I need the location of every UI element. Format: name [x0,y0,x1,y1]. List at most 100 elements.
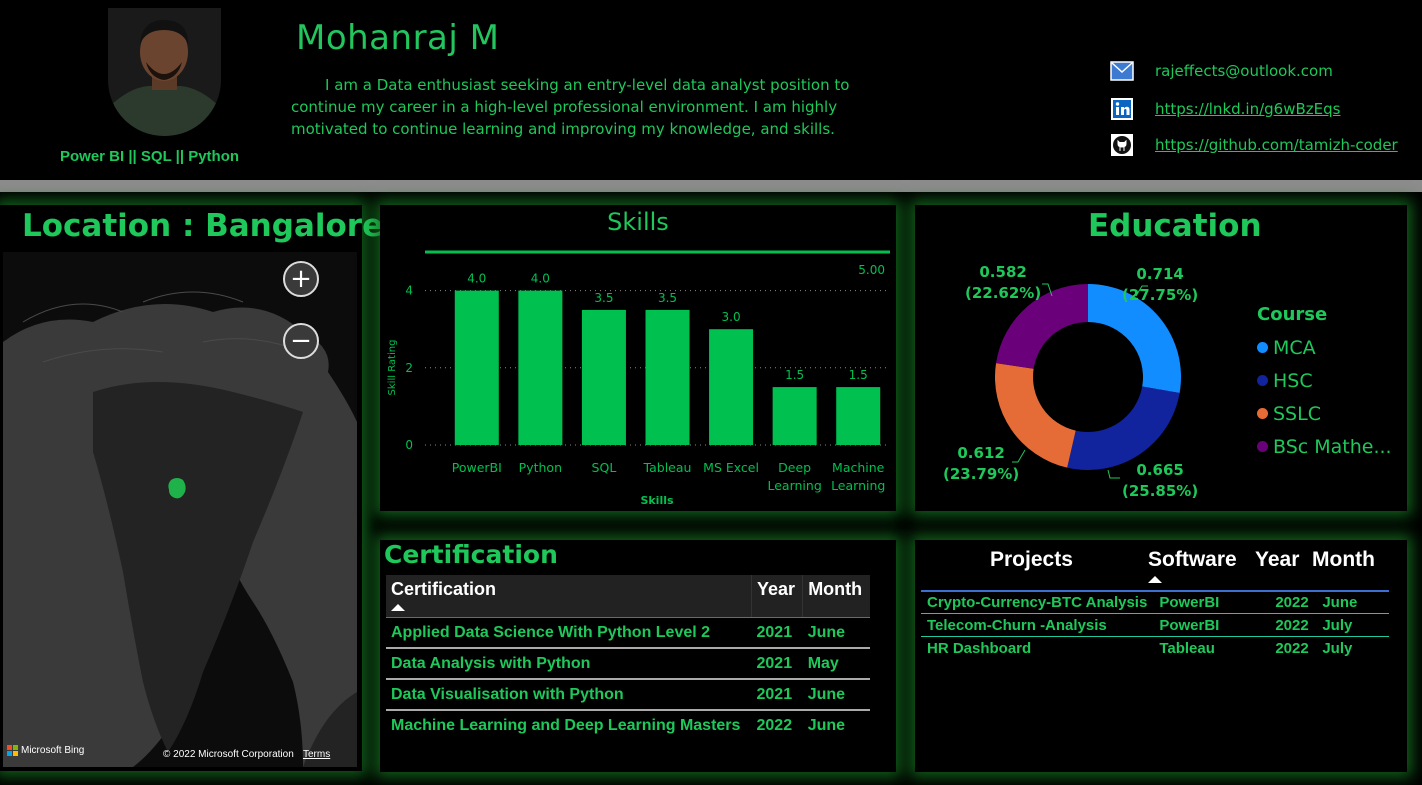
bar [836,387,881,445]
legend-title: Course [1257,304,1328,325]
x-tick-label: Tableau [643,460,692,475]
certification-header-row: Certification Year Month [386,575,870,618]
cell-software: PowerBI [1153,591,1270,614]
cell-year: 2021 [751,617,803,649]
certification-title: Certification [384,540,558,569]
x-tick-label: SQL [592,460,617,475]
column-header-label: Software [1148,548,1237,571]
profile-photo [108,8,221,136]
y-tick-label: 4 [405,284,413,298]
cell-year: 2022 [756,716,793,734]
legend-label: BSc Mathe... [1273,435,1392,458]
data-label: 3.5 [658,291,677,305]
cell-certification: Applied Data Science With Python Level 2 [386,617,752,649]
cell-month: June [802,617,870,649]
tagline: Power BI || SQL || Python [60,148,240,165]
column-header-projects[interactable]: Projects [990,548,1073,572]
cell-certification: Data Visualisation with Python [386,679,752,711]
y-tick-label: 2 [405,361,413,375]
legend-label: SSLC [1273,402,1321,425]
profile-bio: I am a Data enthusiast seeking an entry-… [291,76,850,138]
column-header-month[interactable]: Month [802,575,870,618]
x-tick-label: PowerBI [452,460,502,475]
legend-dot-icon [1257,441,1268,452]
email-text: rajeffects@outlook.com [1155,62,1333,80]
column-header-certification[interactable]: Certification [386,575,752,618]
label-mca-percent: (27.75%) [1122,286,1199,304]
zoom-out-button[interactable]: − [283,323,319,359]
label-hsc-percent: (25.85%) [1122,482,1199,500]
donut-slice [1067,386,1180,470]
education-legend: Course MCA HSC SSLC BSc Mathe... [1257,304,1392,463]
column-header-year[interactable]: Year [1255,548,1299,572]
label-mca-percent-text: 27.75% [1128,286,1192,304]
label-sslc: 0.612 (23.79%) [943,443,1019,485]
legend-item-mca[interactable]: MCA [1257,331,1392,364]
contact-email[interactable]: rajeffects@outlook.com [1110,58,1333,84]
table-row[interactable]: Crypto-Currency-BTC Analysis PowerBI 2022 J… [921,591,1389,614]
linkedin-icon [1110,97,1134,121]
legend-item-bsc[interactable]: BSc Mathe... [1257,430,1392,463]
cell-month: June [1316,591,1389,614]
label-sslc-percent: (23.79%) [943,465,1020,483]
linkedin-link[interactable]: https://lnkd.in/g6wBzEqs [1155,100,1340,118]
legend-label: HSC [1273,369,1313,392]
column-header-label: Certification [391,579,497,599]
x-tick-label: Learning [768,478,822,493]
legend-dot-icon [1257,342,1268,353]
column-header-software[interactable]: Software [1148,548,1237,583]
cell-project: Crypto-Currency-BTC Analysis [921,591,1154,614]
cell-month: June [802,679,870,711]
cell-software: PowerBI [1153,613,1270,637]
github-link[interactable]: https://github.com/tamizh-coder [1155,136,1398,154]
table-row[interactable]: Data Visualisation with Python 2021 June [386,679,870,711]
leader-line [1107,469,1120,479]
table-row[interactable]: Applied Data Science With Python Level 2… [386,617,870,649]
sort-ascending-icon [1148,576,1162,583]
label-mca: 0.714 (27.75%) [1122,264,1198,306]
map-terms-link[interactable]: Terms [303,749,330,760]
table-row[interactable]: HR Dashboard Tableau 2022 July [921,637,1389,660]
label-bsc-percent: (22.62%) [965,284,1042,302]
sort-ascending-icon [391,604,405,611]
x-tick-label: Machine [832,460,885,475]
table-row[interactable]: Data Analysis with Python 2021 May [386,648,870,680]
header-divider [0,180,1422,192]
table-row[interactable]: Telecom-Churn -Analysis PowerBI 2022 July [921,613,1389,637]
column-header-month[interactable]: Month [1312,548,1375,572]
bing-label: Microsoft Bing [21,745,85,756]
zoom-in-button[interactable]: + [283,261,319,297]
bar [645,309,690,445]
cell-year: 2022 [1269,613,1317,637]
data-label: 1.5 [849,368,868,382]
bar [709,329,754,445]
label-sslc-percent-text: 23.79% [949,465,1013,483]
contact-linkedin[interactable]: https://lnkd.in/g6wBzEqs [1110,96,1340,122]
legend-item-sslc[interactable]: SSLC [1257,397,1392,430]
legend-label: MCA [1273,336,1316,359]
bar [454,290,499,445]
legend-item-hsc[interactable]: HSC [1257,364,1392,397]
projects-table: Crypto-Currency-BTC Analysis PowerBI 2022 J… [921,591,1389,659]
y-axis-label: Skill Rating [387,340,398,396]
cell-month: May [802,648,870,680]
bar [772,387,817,445]
github-icon [1110,133,1134,157]
cell-project: HR Dashboard [927,639,1032,657]
legend-dot-icon [1257,408,1268,419]
map-copyright: © 2022 Microsoft Corporation [163,749,294,760]
cell-software: Tableau [1159,639,1215,657]
cell-month: July [1322,639,1353,657]
bar [518,290,563,445]
label-bsc: 0.582 (22.62%) [965,262,1041,304]
cell-certification: Data Analysis with Python [386,648,752,680]
column-header-year[interactable]: Year [751,575,804,618]
label-hsc-value: 0.665 [1136,461,1184,479]
cell-month: June [807,716,846,734]
table-row[interactable]: Machine Learning and Deep Learning Maste… [386,710,870,740]
label-hsc: 0.665 (25.85%) [1122,460,1198,502]
label-hsc-percent-text: 25.85% [1128,482,1192,500]
contact-github[interactable]: https://github.com/tamizh-coder [1110,132,1398,158]
cell-certification: Machine Learning and Deep Learning Maste… [391,716,741,734]
skills-chart: 5.00 0 2 4 Skill Rating 4.0 PowerBI 4.0 Python 3.… [387,250,890,507]
